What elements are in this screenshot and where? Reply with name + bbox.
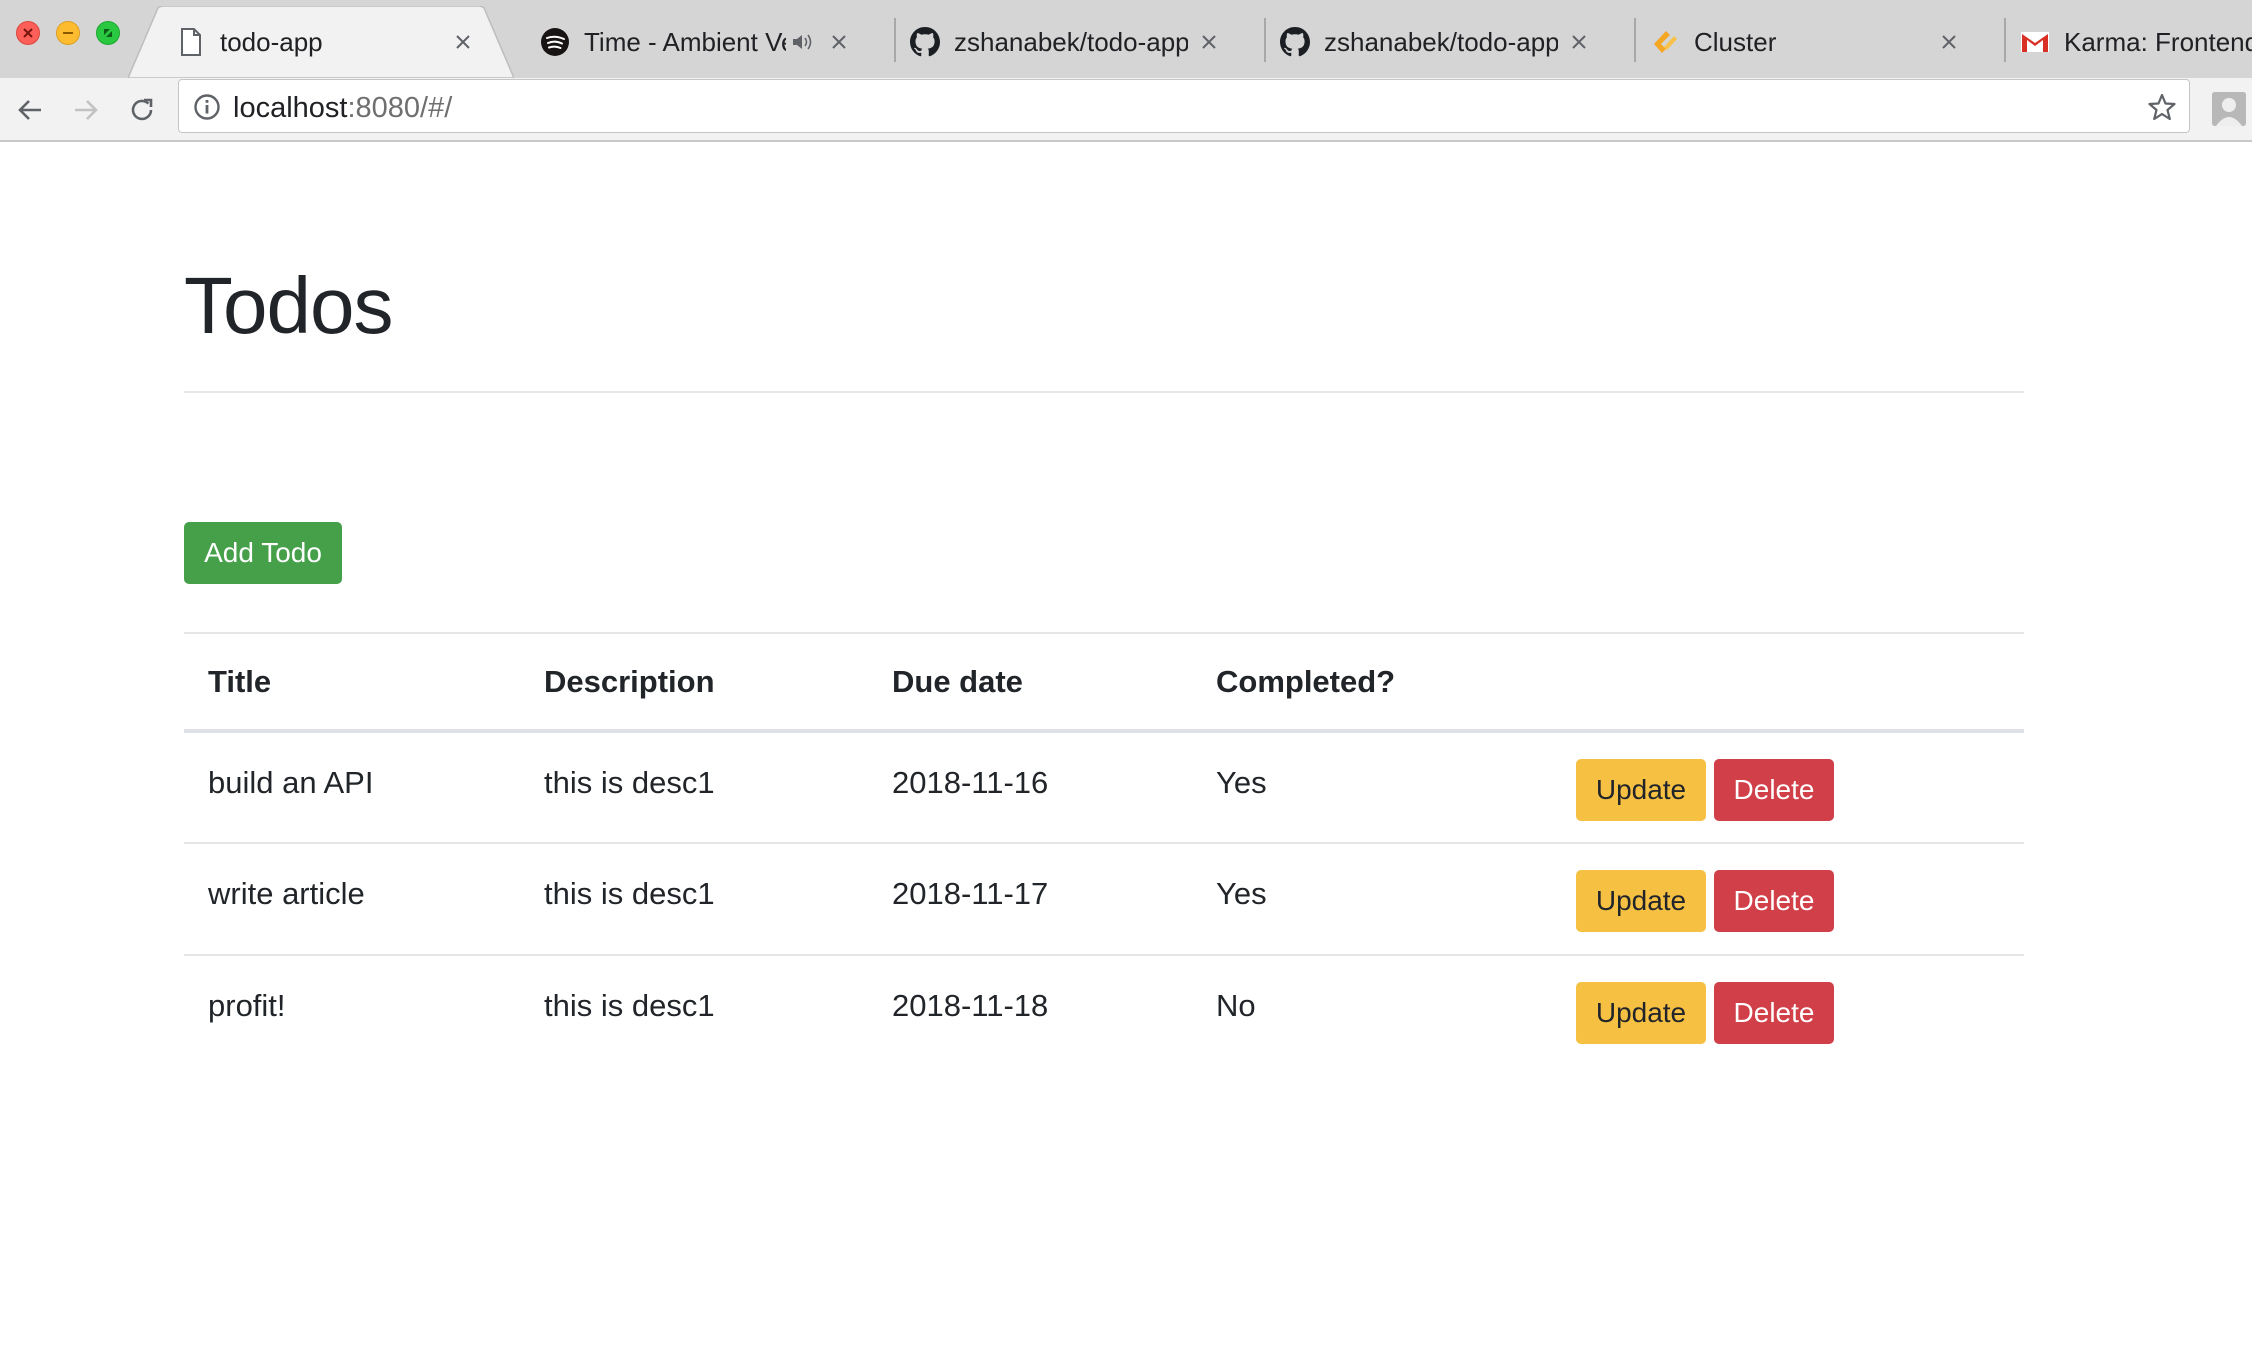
cell-completed: Yes [1216,765,1267,800]
update-button[interactable]: Update [1576,982,1706,1044]
window-maximize-button[interactable] [96,21,120,45]
tab-close-icon[interactable] [1568,31,1590,53]
tab-label: zshanabek/todo-app: S [954,26,1188,57]
cell-title: build an API [208,765,374,800]
profile-avatar[interactable] [2212,92,2246,126]
url-text: localhost:8080/#/ [233,92,452,125]
tab-label: todo-app [220,26,323,57]
tab-cluster[interactable]: Cluster [1610,6,2000,78]
maximize-icon [104,29,112,37]
cell-title: write article [208,876,365,911]
update-button[interactable]: Update [1576,870,1706,932]
info-icon[interactable] [193,93,221,126]
page-title: Todos [184,261,393,350]
url-path: :8080/#/ [347,92,453,124]
tab-label: Karma: Frontend [2064,26,2252,57]
cell-title: profit! [208,988,286,1023]
forward-button[interactable] [66,90,106,130]
tab-close-icon[interactable] [1198,31,1220,53]
add-todo-button[interactable]: Add Todo [184,522,342,584]
cell-actions: Update Delete [1552,843,2024,955]
tab-todo-app[interactable]: todo-app [128,6,514,78]
update-button[interactable]: Update [1576,759,1706,821]
tab-karma[interactable]: Karma: Frontend [1980,6,2252,78]
tab-label: Time - Ambient Vers [584,26,786,57]
header-title: Title [208,663,272,699]
cell-due-date: 2018-11-16 [892,765,1049,800]
delete-button[interactable]: Delete [1714,759,1834,821]
address-bar[interactable]: localhost:8080/#/ [178,79,2190,133]
tab-github-1[interactable]: zshanabek/todo-app: S [870,6,1260,78]
tab-close-icon[interactable] [828,31,850,53]
minimize-icon [63,32,73,34]
reload-button[interactable] [122,90,162,130]
reload-icon [131,98,153,121]
tab-strip: todo-app Time - Ambient Vers z [0,0,2252,78]
header-completed: Completed? [1216,663,1396,699]
tab-label: zshanabek/todo-app: S [1324,26,1558,57]
back-button[interactable] [10,90,50,130]
delete-button[interactable]: Delete [1714,982,1834,1044]
tab-close-icon[interactable] [1938,31,1960,53]
divider [184,391,2024,393]
cell-actions: Update Delete [1552,731,2024,843]
tab-spotify[interactable]: Time - Ambient Vers [500,6,890,78]
cell-description: this is desc1 [544,765,715,800]
back-arrow-icon [18,100,41,120]
table-row: write article this is desc1 2018-11-17 Y… [184,843,2024,955]
cell-actions: Update Delete [1552,955,2024,1067]
github-icon [1280,27,1310,57]
cell-description: this is desc1 [544,988,715,1023]
bookmark-star-icon[interactable] [2147,92,2177,127]
cell-due-date: 2018-11-17 [892,876,1049,911]
close-icon [23,28,33,38]
header-description: Description [544,663,715,699]
todos-table: Title Description Due date Completed? bu… [184,632,2024,1067]
table-header-row: Title Description Due date Completed? [184,633,2024,731]
person-icon [2212,92,2246,126]
cell-completed: Yes [1216,876,1267,911]
header-actions [1552,633,2024,731]
cluster-icon [1650,27,1680,57]
spotify-icon [540,27,570,57]
cell-due-date: 2018-11-18 [892,988,1049,1023]
forward-arrow-icon [75,100,98,120]
github-icon [910,27,940,57]
window-minimize-button[interactable] [56,21,80,45]
table-row: build an API this is desc1 2018-11-16 Ye… [184,731,2024,843]
header-due-date: Due date [892,663,1023,699]
cell-description: this is desc1 [544,876,715,911]
tab-label: Cluster [1694,26,1777,57]
url-host: localhost [233,92,348,124]
tab-github-2[interactable]: zshanabek/todo-app: S [1240,6,1630,78]
delete-button[interactable]: Delete [1714,870,1834,932]
table-row: profit! this is desc1 2018-11-18 No Upda… [184,955,2024,1067]
document-icon [176,27,206,57]
gmail-icon [2020,27,2050,57]
cell-completed: No [1216,988,1256,1023]
tab-close-icon[interactable] [452,31,474,53]
speaker-icon[interactable] [792,27,814,58]
window-close-button[interactable] [16,21,40,45]
